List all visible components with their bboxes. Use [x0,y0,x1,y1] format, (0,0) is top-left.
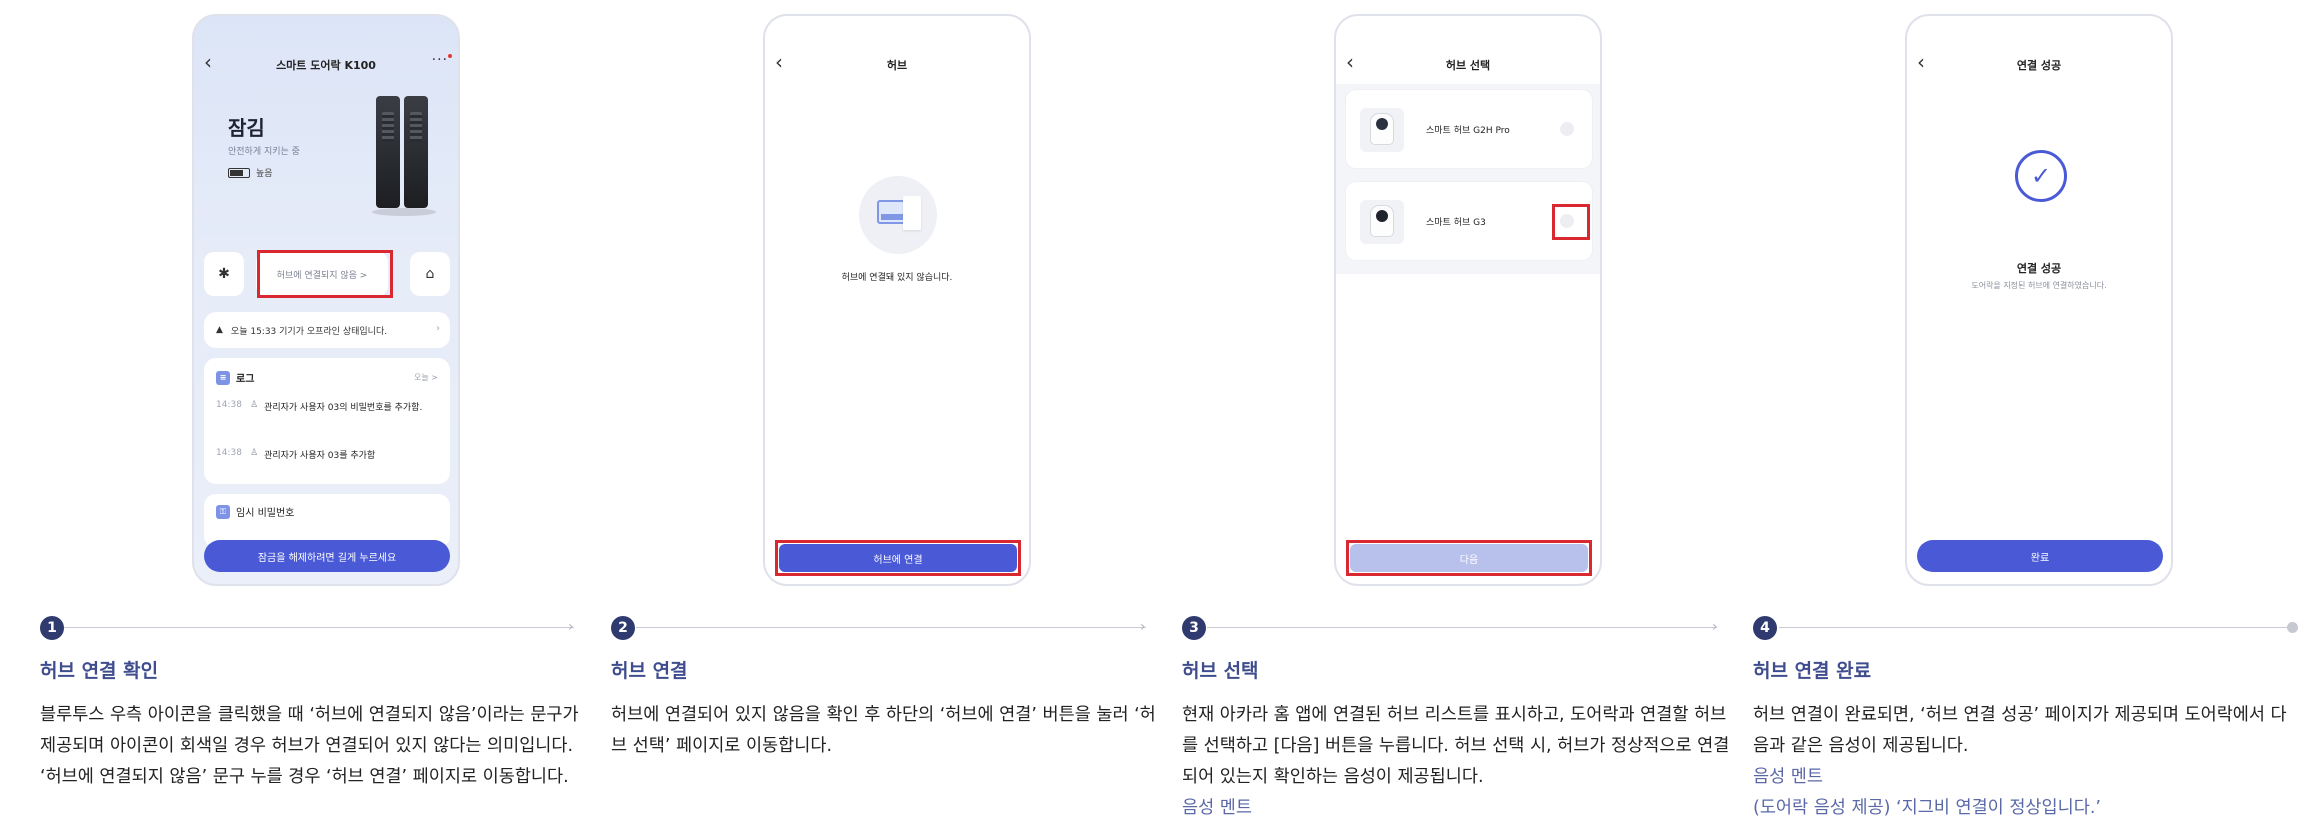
step-connector [64,627,574,628]
step-description-text: 허브 연결이 완료되면, ‘허브 연결 성공’ 페이지가 제공되며 도어락에서 … [1753,705,2287,756]
log-icon: ≡ [216,370,230,385]
log-row: 14:38 ♙ 관리자가 사용자 03를 추가함 [216,448,438,461]
hub-illustration [859,176,937,254]
top-bar: ‹ 스마트 도어락 K100 ··· [194,52,458,76]
not-connected-message: 허브에 연결돼 있지 않습니다. [841,273,953,283]
temp-title: 임시 비밀번호 [236,508,295,519]
phone-screen-hub-select: ‹ 허브 선택 스마트 허브 G2H Pro 스마트 허브 G3 다음 [1334,14,1602,586]
step-number: 4 [1753,616,1777,640]
doorlock-image [372,96,436,216]
log-title: 로그 [236,374,255,385]
hub-image [1360,108,1404,152]
log-time: 14:38 [216,448,242,458]
phone-screen-success: ‹ 연결 성공 ✓ 연결 성공 도어락을 지정된 허브에 연결하였습니다. 완료 [1905,14,2173,586]
step-title: 허브 연결 완료 [1753,660,1872,682]
more-icon[interactable]: ··· [432,52,448,68]
step-description: 허브 연결이 완료되면, ‘허브 연결 성공’ 페이지가 제공되며 도어락에서 … [1753,700,2301,824]
timeline-end-dot [2287,622,2298,633]
step-description: 현재 아카라 홈 앱에 연결된 허브 리스트를 표시하고, 도어락과 연결할 허… [1182,700,1730,824]
step-description: 블루투스 우측 아이콘을 클릭했을 때 ‘허브에 연결되지 않음’이라는 문구가… [40,700,588,793]
home-button[interactable]: ⌂ [410,252,450,296]
log-card[interactable]: ≡ 로그 오늘 > 14:38 ♙ 관리자가 사용자 03의 비밀번호를 추가함… [204,358,450,484]
chevron-right-icon: › [1140,619,1146,635]
hub-image [1360,200,1404,244]
hub-radio[interactable] [1560,122,1574,136]
notification-dot [448,54,452,58]
step-description: 허브에 연결되어 있지 않음을 확인 후 하단의 ‘허브에 연결’ 버튼을 눌러… [611,700,1159,762]
step-number: 2 [611,616,635,640]
phone-screen-doorlock: ‹ 스마트 도어락 K100 ··· 잠김 안전하게 지키는 중 높음 ✱ 허브… [192,14,460,586]
screen-title: 허브 [886,59,908,72]
highlight-box [1346,540,1592,576]
log-today-link[interactable]: 오늘 > [414,372,438,383]
log-text: 관리자가 사용자 03를 추가함 [264,451,376,461]
step-description-text: 현재 아카라 홈 앱에 연결된 허브 리스트를 표시하고, 도어락과 연결할 허… [1182,705,1730,787]
step-title: 허브 선택 [1182,660,1259,682]
battery-icon [228,167,250,178]
lock-subtitle: 안전하게 지키는 중 [228,147,300,157]
success-subtitle: 도어락을 지정된 허브에 연결하였습니다. [1971,281,2107,290]
temp-header: ⚿ 임시 비밀번호 [216,504,294,519]
done-button[interactable]: 완료 [1917,540,2163,572]
step-title: 허브 연결 [611,660,688,682]
battery-status: 높음 [228,166,273,179]
voice-ment-text: (도어락 음성 제공) ‘지그비 연결이 정상입니다.’ [1753,798,2101,818]
step-title: 허브 연결 확인 [40,660,159,682]
top-bar: ‹ 허브 선택 [1336,52,1600,76]
warning-icon: ▲ [216,325,223,335]
step-number: 3 [1182,616,1206,640]
done-label: 완료 [2030,552,2050,564]
highlight-box [257,250,393,298]
bluetooth-button[interactable]: ✱ [204,252,244,296]
highlight-box [1552,204,1590,240]
step-connector [636,627,1146,628]
step-description-text: 허브에 연결되어 있지 않음을 확인 후 하단의 ‘허브에 연결’ 버튼을 눌러… [611,705,1156,756]
unlock-hold-button[interactable]: 잠금을 해제하려면 길게 누르세요 [204,540,450,572]
step-connector [1779,627,2289,628]
chevron-right-icon: › [1712,619,1718,635]
check-circle-icon: ✓ [2015,150,2067,202]
lock-state: 잠김 [228,116,265,140]
step-description-text: 블루투스 우측 아이콘을 클릭했을 때 ‘허브에 연결되지 않음’이라는 문구가… [40,705,579,787]
hub-name: 스마트 허브 G2H Pro [1426,125,1510,136]
step-connector [1207,627,1717,628]
chevron-right-icon: › [436,323,440,334]
offline-notice[interactable]: ▲ 오늘 15:33 기기가 오프라인 상태입니다. › [204,312,450,348]
log-time: 14:38 [216,400,242,410]
phone-screen-hub: ‹ 허브 허브에 연결돼 있지 않습니다. 허브에 연결 [763,14,1031,586]
screen-title: 연결 성공 [2016,59,2062,72]
user-icon: ♙ [250,448,259,458]
chevron-right-icon: › [568,619,574,635]
step-number: 1 [40,616,64,640]
hub-list-item[interactable]: 스마트 허브 G2H Pro [1346,90,1592,168]
home-icon: ⌂ [425,266,435,282]
user-icon: ♙ [250,400,259,410]
top-bar: ‹ 허브 [765,52,1029,76]
unlock-label: 잠금을 해제하려면 길게 누르세요 [257,552,397,564]
log-row: 14:38 ♙ 관리자가 사용자 03의 비밀번호를 추가함. [216,400,438,413]
battery-label: 높음 [256,169,273,179]
hub-name: 스마트 허브 G3 [1426,217,1486,228]
key-icon: ⚿ [216,504,230,519]
voice-ment-label: 음성 멘트 [1753,767,1823,787]
screen-title: 허브 선택 [1445,59,1491,72]
log-header: ≡ 로그 [216,370,254,385]
highlight-box [775,540,1021,576]
bluetooth-icon: ✱ [218,266,230,282]
top-bar: ‹ 연결 성공 [1907,52,2171,76]
log-text: 관리자가 사용자 03의 비밀번호를 추가함. [264,403,423,413]
screen-title: 스마트 도어락 K100 [276,59,376,72]
notice-text: 오늘 15:33 기기가 오프라인 상태입니다. [230,326,388,337]
voice-ment-label: 음성 멘트 [1182,798,1252,818]
success-title: 연결 성공 [2016,262,2062,275]
